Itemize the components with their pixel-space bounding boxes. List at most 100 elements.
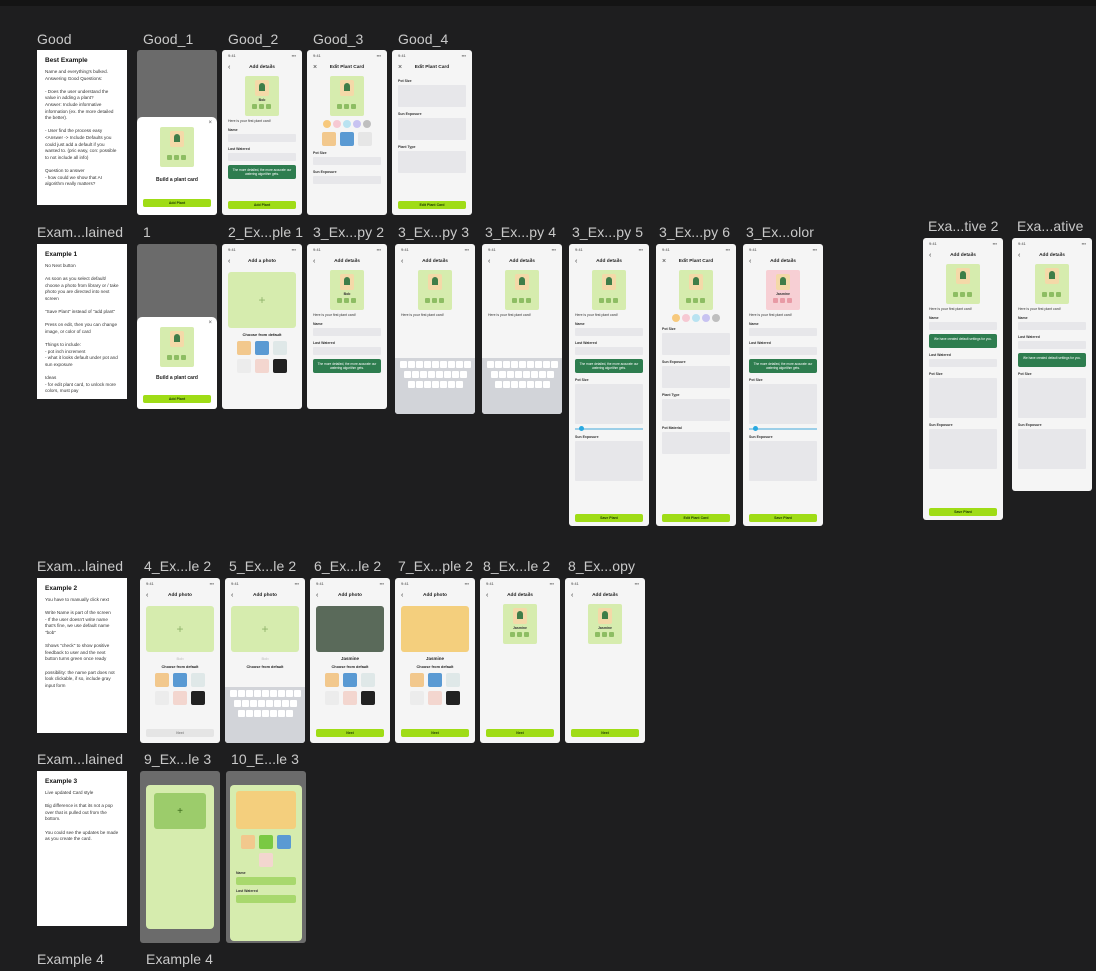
pot-size-area[interactable]	[1018, 378, 1086, 418]
ex2-add-photo-screen[interactable]: 9:41 ▪▪▪ ‹ Add a photo + Choose from defau…	[222, 244, 302, 409]
keyboard[interactable]	[395, 358, 475, 414]
best-example-doc[interactable]: Best Example Name and everything's bulke…	[37, 50, 127, 205]
default-images[interactable]	[405, 673, 465, 705]
sun-exposure-field[interactable]	[313, 176, 381, 184]
save-plant-button[interactable]: Save Plant	[575, 514, 643, 522]
pot-size-area[interactable]	[749, 384, 817, 424]
back-icon[interactable]: ‹	[749, 258, 751, 265]
last-watered-select[interactable]	[929, 359, 997, 367]
back-icon[interactable]: ‹	[575, 258, 577, 265]
r3e-details-screen[interactable]: 9:41 ▪▪▪ ‹ Add details Jasmine Next	[480, 578, 560, 743]
add-plant-button[interactable]: Add Plant	[143, 395, 211, 403]
name-placeholder[interactable]: Bob	[225, 656, 305, 661]
next-button[interactable]: Next	[486, 729, 554, 737]
next-button[interactable]: Next	[401, 729, 469, 737]
back-icon[interactable]: ‹	[486, 592, 488, 599]
default-images[interactable]	[236, 835, 296, 867]
name-field[interactable]	[236, 877, 296, 885]
next-button[interactable]: Next	[571, 729, 639, 737]
name-field[interactable]	[1018, 322, 1086, 330]
back-icon[interactable]: ‹	[228, 64, 230, 71]
example2-doc[interactable]: Example 2 You have to manually click nex…	[37, 578, 127, 733]
plant-type-area[interactable]	[662, 399, 730, 421]
last-watered-select[interactable]	[313, 347, 381, 355]
save-plant-button[interactable]: Save Plant	[929, 508, 997, 516]
pot-size-slider[interactable]	[575, 426, 643, 431]
example3-doc[interactable]: Example 3 Live updated Card style Big di…	[37, 771, 127, 926]
last-watered-select[interactable]	[1018, 341, 1086, 349]
plant-name[interactable]: Jasmine	[395, 656, 475, 661]
plant-name[interactable]: Jasmine	[310, 656, 390, 661]
name-field[interactable]	[313, 328, 381, 336]
default-images[interactable]	[150, 673, 210, 705]
color-swatches[interactable]	[660, 314, 732, 322]
ex3-keyboard-screen[interactable]: 9:41 ▪▪▪ ‹ Add details Here is your first …	[395, 244, 475, 414]
default-images[interactable]	[320, 673, 380, 705]
default-images[interactable]	[317, 132, 377, 146]
ex3-keyboard-screen-2[interactable]: 9:41 ▪▪▪ ‹ Add details Here is your first …	[482, 244, 562, 414]
close-icon[interactable]: ×	[313, 64, 317, 71]
next-button[interactable]: Next	[146, 729, 214, 737]
edit-plant-card-button[interactable]: Edit Plant Card	[398, 201, 466, 209]
pot-size-area[interactable]	[398, 85, 466, 107]
name-placeholder[interactable]: Bob	[140, 656, 220, 661]
ex3-color-screen[interactable]: 9:41 ▪▪▪ ‹ Add details Jasmine Here is you…	[743, 244, 823, 526]
back-icon[interactable]: ‹	[146, 592, 148, 599]
pot-size-slider[interactable]	[749, 426, 817, 431]
r4b-screen[interactable]: Name Last Watered	[226, 771, 306, 943]
r3a-add-photo-screen[interactable]: 9:41 ▪▪▪ ‹ Add photo + Bob Choose from def…	[140, 578, 220, 743]
pot-size-area[interactable]	[929, 378, 997, 418]
back-icon[interactable]: ‹	[929, 252, 931, 259]
back-icon[interactable]: ‹	[401, 258, 403, 265]
keyboard[interactable]	[225, 687, 305, 743]
photo-placeholder[interactable]: +	[146, 606, 214, 652]
good1-screen[interactable]: × Build a plant card Add Plant	[137, 50, 217, 215]
r3f-details-screen[interactable]: 9:41 ▪▪▪ ‹ Add details Jasmine Next	[565, 578, 645, 743]
photo-placeholder[interactable]: +	[231, 606, 299, 652]
name-field[interactable]	[575, 328, 643, 336]
back-icon[interactable]: ‹	[228, 258, 230, 265]
back-icon[interactable]: ‹	[488, 258, 490, 265]
sun-exposure-area[interactable]	[398, 118, 466, 140]
sun-exposure-area[interactable]	[662, 366, 730, 388]
close-icon[interactable]: ×	[398, 64, 402, 71]
back-icon[interactable]: ‹	[401, 592, 403, 599]
name-field[interactable]	[929, 322, 997, 330]
save-plant-button[interactable]: Save Plant	[749, 514, 817, 522]
default-images[interactable]	[232, 341, 292, 373]
close-icon[interactable]: ×	[208, 320, 212, 326]
pot-material-area[interactable]	[662, 432, 730, 454]
good3-screen[interactable]: 9:41 ▪▪▪ × Edit Plant Card Pot Size Sun Ex…	[307, 50, 387, 215]
r3d-photo-screen[interactable]: 9:41 ▪▪▪ ‹ Add photo Jasmine Choose from d…	[395, 578, 475, 743]
exa-neg2-screen[interactable]: 9:41 ▪▪▪ ‹ Add details Here is your first …	[923, 238, 1003, 520]
close-icon[interactable]: ×	[662, 258, 666, 265]
back-icon[interactable]: ‹	[313, 258, 315, 265]
last-watered-select[interactable]	[228, 153, 296, 161]
r3b-keyboard-screen[interactable]: 9:41 ▪▪▪ ‹ Add photo + Bob Choose from def…	[225, 578, 305, 743]
name-field[interactable]	[228, 134, 296, 142]
good4-screen[interactable]: 9:41 ▪▪▪ × Edit Plant Card Pot Size Sun Ex…	[392, 50, 472, 215]
plant-type-area[interactable]	[398, 151, 466, 173]
last-watered-select[interactable]	[575, 347, 643, 355]
sun-exposure-area[interactable]	[1018, 429, 1086, 469]
r4a-screen[interactable]: +	[140, 771, 220, 943]
back-icon[interactable]: ‹	[571, 592, 573, 599]
ex3-long-screen[interactable]: 9:41 ▪▪▪ ‹ Add details Here is your first …	[569, 244, 649, 526]
edit-plant-card-button[interactable]: Edit Plant Card	[662, 514, 730, 522]
back-icon[interactable]: ‹	[231, 592, 233, 599]
exa-neg-screen[interactable]: 9:41 ▪▪▪ ‹ Add details Here is your first …	[1012, 238, 1092, 491]
good2-screen[interactable]: 9:41 ▪▪▪ ‹ Add details Bob Here is your fi…	[222, 50, 302, 215]
pot-size-area[interactable]	[575, 384, 643, 424]
example1-doc[interactable]: Example 1 No Next button As soon as you …	[37, 244, 127, 399]
r3c-photo-screen[interactable]: 9:41 ▪▪▪ ‹ Add photo Jasmine Choose from d…	[310, 578, 390, 743]
ex3-details-screen[interactable]: 9:41 ▪▪▪ ‹ Add details Bob Here is your fi…	[307, 244, 387, 409]
ex1-screen[interactable]: × Build a plant card Add Plant	[137, 244, 217, 409]
last-watered-select[interactable]	[749, 347, 817, 355]
add-plant-button[interactable]: Add Plant	[143, 199, 211, 207]
add-photo-icon[interactable]: +	[154, 793, 206, 829]
photo-placeholder[interactable]: +	[228, 272, 296, 328]
back-icon[interactable]: ‹	[316, 592, 318, 599]
back-icon[interactable]: ‹	[1018, 252, 1020, 259]
sun-exposure-area[interactable]	[749, 441, 817, 481]
sun-exposure-area[interactable]	[575, 441, 643, 481]
